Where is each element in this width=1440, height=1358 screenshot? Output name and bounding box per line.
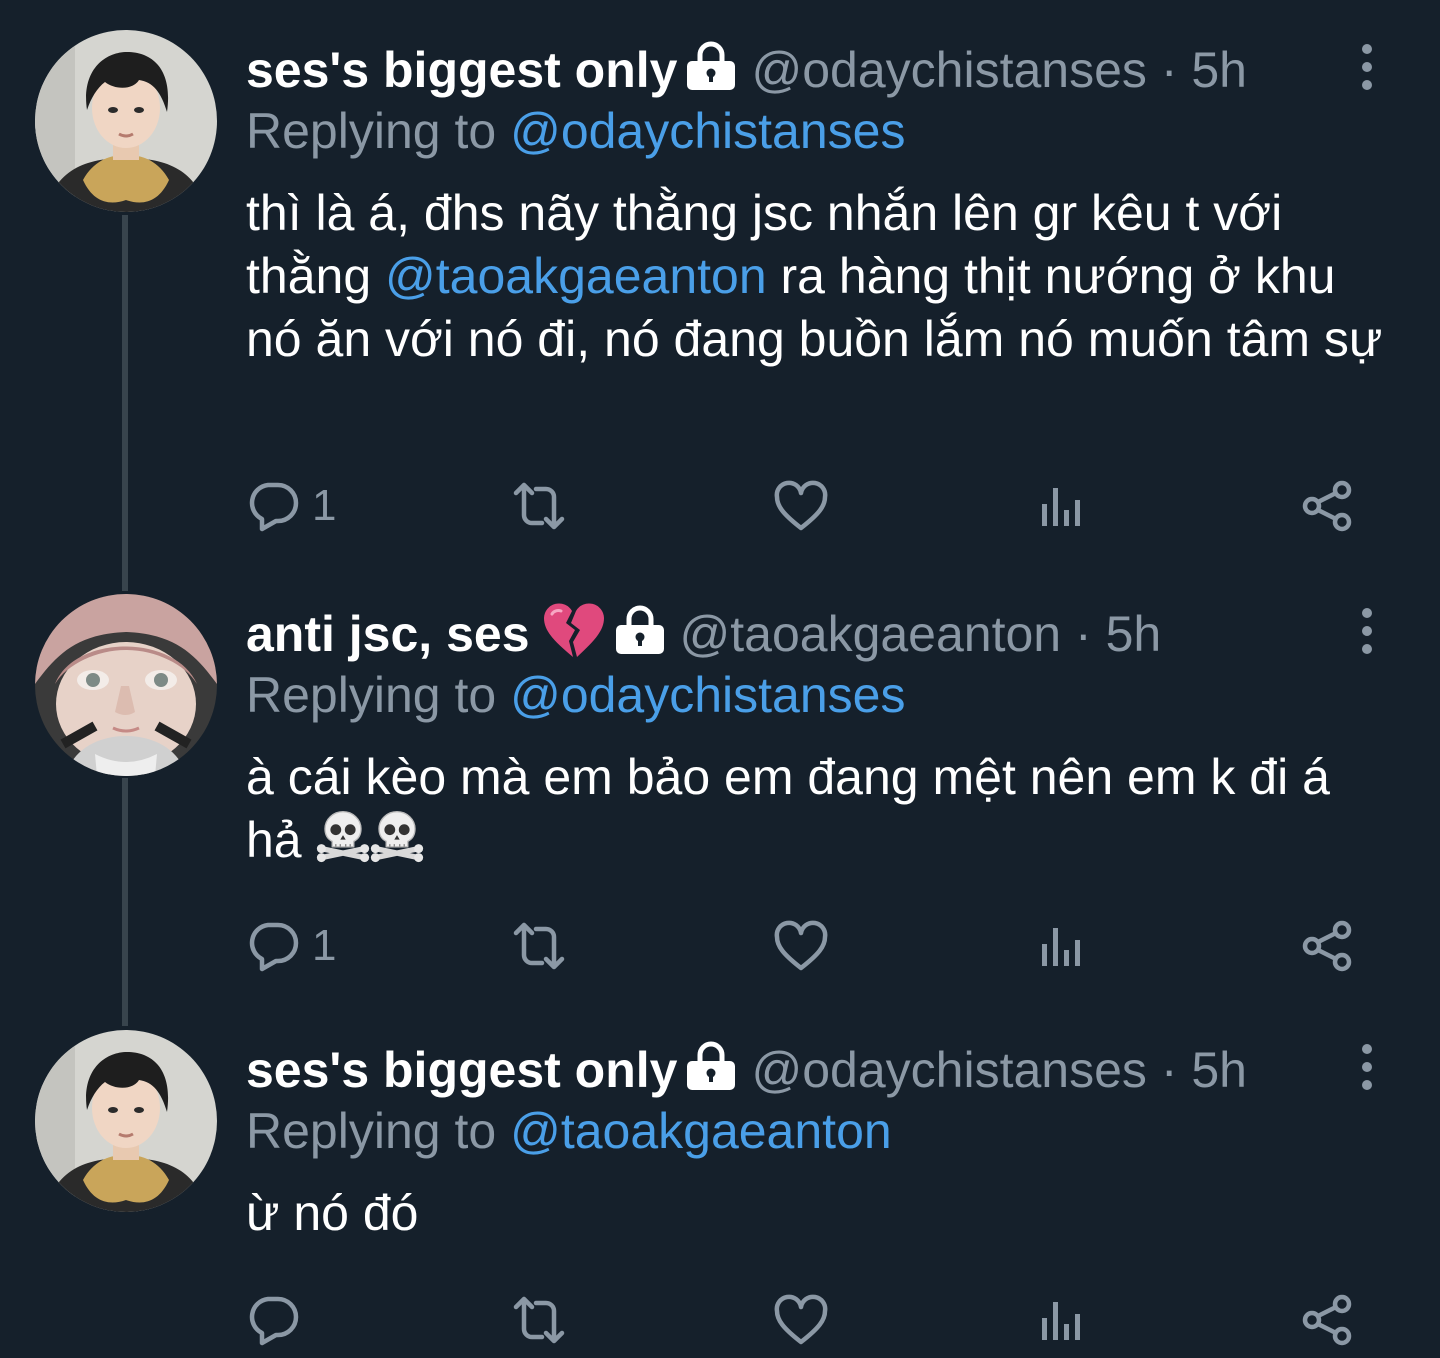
- retweet-icon: [508, 479, 570, 533]
- replying-mention-link[interactable]: @odaychistanses: [510, 103, 905, 159]
- skull-crossbones-icon: [316, 809, 370, 863]
- tweet[interactable]: anti jsc, ses @taoakgaeanton · 5h Replyin…: [0, 564, 1440, 1024]
- share-icon: [1300, 1293, 1354, 1347]
- like-icon: [773, 920, 829, 972]
- replying-prefix: Replying to: [246, 667, 497, 723]
- share-icon: [1300, 479, 1354, 533]
- replying-prefix: Replying to: [246, 103, 497, 159]
- share-button[interactable]: [1300, 1290, 1354, 1350]
- reply-button[interactable]: 1: [246, 476, 336, 536]
- reply-icon: [246, 919, 300, 973]
- replying-to: Replying to @taoakgaeanton: [246, 1098, 892, 1164]
- more-options-icon[interactable]: [1352, 1042, 1382, 1092]
- retweet-button[interactable]: [508, 1290, 570, 1350]
- avatar[interactable]: [35, 1030, 217, 1212]
- retweet-button[interactable]: [508, 916, 570, 976]
- tweet-header: ses's biggest only @odaychistanses · 5h: [246, 1034, 1247, 1106]
- more-options-icon[interactable]: [1352, 606, 1382, 656]
- timestamp[interactable]: 5h: [1106, 606, 1162, 662]
- share-icon: [1300, 919, 1354, 973]
- more-options-icon[interactable]: [1352, 42, 1382, 92]
- separator-dot: ·: [1075, 606, 1092, 662]
- broken-heart-icon: [542, 601, 606, 659]
- mention-link[interactable]: @taoakgaeanton: [385, 248, 767, 304]
- conversation-thread: ses's biggest only @odaychistanses · 5h R…: [0, 0, 1440, 1358]
- reply-icon: [246, 479, 300, 533]
- skull-crossbones-icon: [370, 809, 424, 863]
- user-handle[interactable]: @odaychistanses: [751, 1042, 1146, 1098]
- share-button[interactable]: [1300, 476, 1354, 536]
- replying-mention-link[interactable]: @odaychistanses: [510, 667, 905, 723]
- replying-to: Replying to @odaychistanses: [246, 98, 905, 164]
- analytics-button[interactable]: [1038, 1290, 1086, 1350]
- tweet-text: ừ nó đó: [246, 1182, 1396, 1245]
- replying-to: Replying to @odaychistanses: [246, 662, 905, 728]
- like-icon: [773, 480, 829, 532]
- user-handle[interactable]: @taoakgaeanton: [680, 606, 1062, 662]
- avatar[interactable]: [35, 30, 217, 212]
- like-button[interactable]: [773, 1290, 829, 1350]
- tweet-actions: [0, 1290, 1440, 1350]
- tweet-actions: 1: [0, 916, 1440, 976]
- lock-icon: [685, 1041, 737, 1091]
- reply-button[interactable]: 1: [246, 916, 336, 976]
- retweet-icon: [508, 1293, 570, 1347]
- lock-icon: [685, 41, 737, 91]
- lock-icon: [614, 605, 666, 655]
- like-button[interactable]: [773, 476, 829, 536]
- analytics-icon: [1038, 482, 1086, 530]
- share-button[interactable]: [1300, 916, 1354, 976]
- display-name[interactable]: ses's biggest only: [246, 42, 677, 98]
- tweet[interactable]: ses's biggest only @odaychistanses · 5h R…: [0, 0, 1440, 590]
- separator-dot: ·: [1160, 42, 1178, 98]
- retweet-icon: [508, 919, 570, 973]
- tweet-text-part: ừ nó đó: [246, 1185, 419, 1241]
- tweet[interactable]: ses's biggest only @odaychistanses · 5h R…: [0, 1000, 1440, 1358]
- analytics-button[interactable]: [1038, 476, 1086, 536]
- reply-icon: [246, 1293, 300, 1347]
- replying-prefix: Replying to: [246, 1103, 497, 1159]
- timestamp[interactable]: 5h: [1191, 42, 1247, 98]
- tweet-actions: 1: [0, 476, 1440, 536]
- display-name[interactable]: ses's biggest only: [246, 1042, 677, 1098]
- separator-dot: ·: [1160, 1042, 1178, 1098]
- analytics-icon: [1038, 922, 1086, 970]
- display-name[interactable]: anti jsc, ses: [246, 606, 530, 662]
- retweet-button[interactable]: [508, 476, 570, 536]
- replying-mention-link[interactable]: @taoakgaeanton: [510, 1103, 892, 1159]
- analytics-button[interactable]: [1038, 916, 1086, 976]
- tweet-header: ses's biggest only @odaychistanses · 5h: [246, 34, 1247, 106]
- reply-count: 1: [312, 921, 337, 970]
- timestamp[interactable]: 5h: [1191, 1042, 1247, 1098]
- tweet-text: thì là á, đhs nãy thằng jsc nhắn lên gr …: [246, 182, 1396, 371]
- tweet-header: anti jsc, ses @taoakgaeanton · 5h: [246, 598, 1161, 670]
- tweet-text: à cái kèo mà em bảo em đang mệt nên em k…: [246, 746, 1396, 872]
- user-handle[interactable]: @odaychistanses: [751, 42, 1146, 98]
- like-button[interactable]: [773, 916, 829, 976]
- avatar[interactable]: [35, 594, 217, 776]
- reply-button[interactable]: [246, 1290, 300, 1350]
- analytics-icon: [1038, 1296, 1086, 1344]
- like-icon: [773, 1294, 829, 1346]
- reply-count: 1: [312, 481, 337, 530]
